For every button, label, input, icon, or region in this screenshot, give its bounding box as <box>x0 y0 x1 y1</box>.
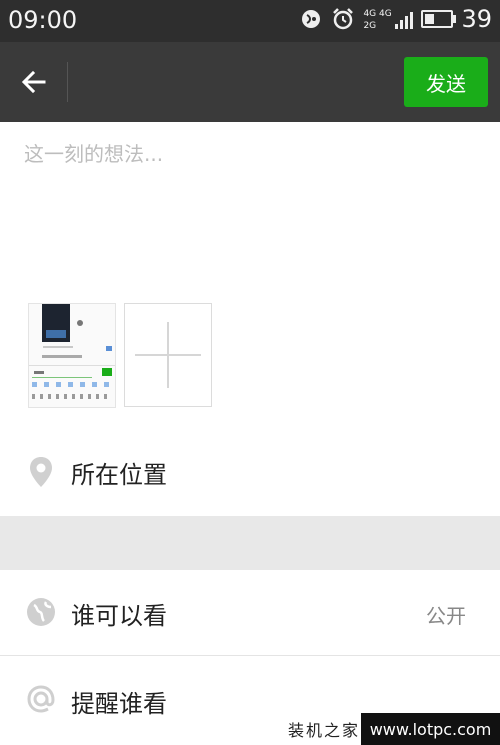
battery-icon <box>421 10 457 28</box>
location-pin-icon <box>26 457 56 487</box>
arrow-left-icon <box>21 70 46 94</box>
toolbar-divider <box>67 62 68 102</box>
attached-photo-thumbnail[interactable] <box>28 303 116 408</box>
post-text-input[interactable] <box>22 136 476 280</box>
globe-icon <box>26 597 56 627</box>
section-divider <box>0 516 500 570</box>
status-bar: 09:00 4G 4G 2G 39 <box>0 0 500 42</box>
remind-label: 提醒谁看 <box>71 690 167 718</box>
watermark-chinese: 装机之家 <box>287 713 361 745</box>
network-type-top: 4G 4G <box>363 9 392 19</box>
alarm-icon <box>331 7 355 31</box>
send-button[interactable]: 发送 <box>404 57 488 107</box>
add-photo-button[interactable] <box>124 303 212 407</box>
thumbnail-video-preview <box>42 304 70 342</box>
back-button[interactable] <box>14 62 54 102</box>
watermark-url: www.lotpc.com <box>361 713 500 745</box>
battery-percent: 39 <box>461 5 492 33</box>
status-icons: 4G 4G 2G 39 <box>299 5 492 33</box>
visibility-label: 谁可以看 <box>71 602 167 630</box>
visibility-row[interactable]: 谁可以看 公开 <box>0 570 500 656</box>
at-sign-icon <box>26 684 56 714</box>
battery-level <box>425 14 435 24</box>
status-time: 09:00 <box>8 6 78 34</box>
location-label: 所在位置 <box>71 461 167 489</box>
location-row[interactable]: 所在位置 <box>0 427 500 517</box>
network-type-bottom: 2G <box>363 21 377 31</box>
watermark: 装机之家 www.lotpc.com <box>287 713 500 745</box>
signal-icon: 4G 4G 2G <box>363 7 414 31</box>
visibility-value: 公开 <box>426 604 466 628</box>
top-toolbar: 发送 <box>0 42 500 122</box>
thumbnail-play-icon <box>77 320 83 326</box>
nfc-icon <box>299 7 323 31</box>
